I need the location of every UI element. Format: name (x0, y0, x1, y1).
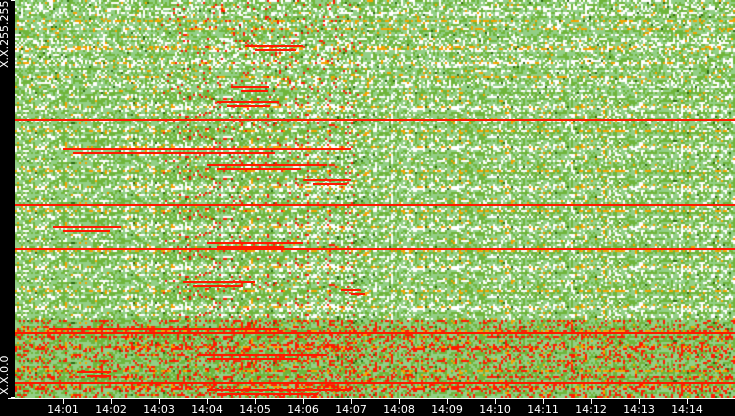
x-tick-label: 14:09 (431, 403, 463, 416)
x-tick-label: 14:14 (671, 403, 703, 416)
x-tick-label: 14:03 (143, 403, 175, 416)
x-tick-label: 14:12 (575, 403, 607, 416)
hot-band (217, 245, 285, 248)
x-tick-label: 14:04 (191, 403, 223, 416)
hot-band (53, 226, 121, 229)
hot-row-line (15, 118, 735, 121)
hot-band (58, 331, 220, 334)
x-tick-label: 14:01 (47, 403, 79, 416)
hot-band (217, 167, 301, 170)
hot-band (245, 45, 303, 48)
hot-band (207, 241, 303, 244)
hot-band (63, 230, 111, 233)
x-axis-line (8, 398, 735, 399)
hot-band (255, 49, 296, 52)
hot-band (183, 280, 255, 283)
hot-band (216, 101, 279, 104)
hot-band (351, 292, 365, 295)
x-tick-label: 14:02 (95, 403, 127, 416)
x-tick-label: 14:07 (335, 403, 367, 416)
hot-band (77, 371, 111, 374)
hot-band (87, 375, 111, 378)
hot-band (48, 327, 279, 330)
hot-band (207, 358, 299, 361)
hot-band (197, 354, 327, 357)
hot-band (313, 183, 347, 186)
y-tick-label-top: X.X.255.255 (0, 0, 11, 68)
y-tick-top (11, 0, 15, 1)
hot-band (217, 392, 318, 395)
hot-row-line (15, 204, 735, 207)
hot-band (207, 163, 327, 166)
hot-band (226, 105, 271, 108)
hot-row-line (15, 382, 735, 385)
hot-band (303, 179, 351, 182)
x-tick-label: 14:10 (479, 403, 511, 416)
x-tick-label: 14:08 (383, 403, 415, 416)
x-tick-label: 14:11 (527, 403, 559, 416)
hot-row-line (15, 248, 735, 251)
hot-band (63, 148, 351, 151)
hot-band (207, 388, 351, 391)
hot-band (241, 89, 268, 92)
heatmap-canvas (15, 0, 735, 398)
hot-band (193, 284, 244, 287)
heatmap-plot-area (15, 0, 735, 398)
hot-band (73, 152, 275, 155)
x-tick-label: 14:13 (623, 403, 655, 416)
y-tick-label-bottom: X.X.0.0 (0, 355, 11, 395)
x-tick-label: 14:06 (287, 403, 319, 416)
x-tick-label: 14:05 (239, 403, 271, 416)
hot-band (231, 85, 270, 88)
hot-band (341, 288, 361, 291)
